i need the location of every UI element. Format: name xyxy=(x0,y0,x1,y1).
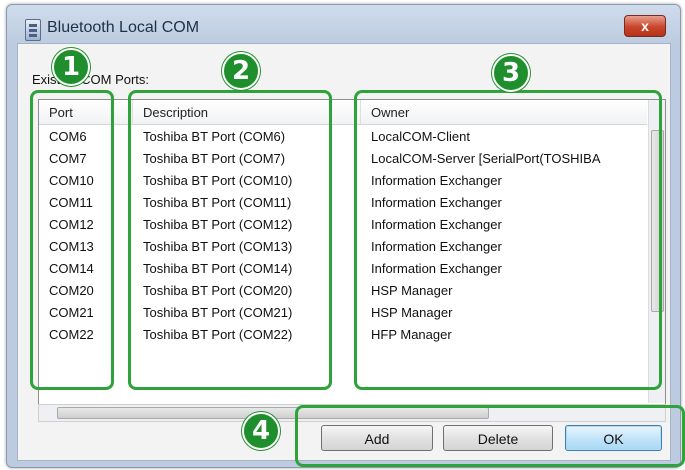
cell-port: COM10 xyxy=(49,173,94,188)
cell-description: Toshiba BT Port (COM13) xyxy=(143,239,293,254)
cell-port: COM12 xyxy=(49,217,94,232)
cell-port: COM20 xyxy=(49,283,94,298)
cell-owner: Information Exchanger xyxy=(371,239,502,254)
delete-button[interactable]: Delete xyxy=(443,425,553,451)
cell-description: Toshiba BT Port (COM22) xyxy=(143,327,293,342)
cell-description: Toshiba BT Port (COM7) xyxy=(143,151,286,166)
existing-ports-label: Existing COM Ports: xyxy=(32,72,150,87)
table-row[interactable]: COM10 Toshiba BT Port (COM10) Information … xyxy=(39,170,647,192)
cell-port: COM21 xyxy=(49,305,94,320)
com-ports-list[interactable]: Port Description Owner COM6 Toshiba BT Po… xyxy=(38,99,666,406)
table-row[interactable]: COM12 Toshiba BT Port (COM12) Information … xyxy=(39,214,647,236)
callout-badge-1: 1 xyxy=(52,48,90,86)
cell-owner: Information Exchanger xyxy=(371,261,502,276)
add-button[interactable]: Add xyxy=(321,425,433,451)
close-button[interactable]: x xyxy=(624,15,666,37)
cell-port: COM6 xyxy=(49,129,87,144)
vertical-scrollbar[interactable] xyxy=(648,100,665,403)
table-row[interactable]: COM14 Toshiba BT Port (COM14) Information … xyxy=(39,258,647,280)
callout-badge-3: 3 xyxy=(492,54,530,92)
cell-owner: Information Exchanger xyxy=(371,217,502,232)
cell-owner: HSP Manager xyxy=(371,305,453,320)
table-row[interactable]: COM6 Toshiba BT Port (COM6) LocalCOM-Clien… xyxy=(39,126,647,148)
cell-port: COM7 xyxy=(49,151,87,166)
cell-description: Toshiba BT Port (COM6) xyxy=(143,129,286,144)
table-row[interactable]: COM13 Toshiba BT Port (COM13) Information … xyxy=(39,236,647,258)
title-bar[interactable]: Bluetooth Local COM x xyxy=(7,5,680,45)
cell-owner: LocalCOM-Client xyxy=(371,129,470,144)
table-row[interactable]: COM11 Toshiba BT Port (COM11) Information … xyxy=(39,192,647,214)
cell-description: Toshiba BT Port (COM12) xyxy=(143,217,293,232)
cell-description: Toshiba BT Port (COM10) xyxy=(143,173,293,188)
cell-owner: HSP Manager xyxy=(371,283,453,298)
ok-button[interactable]: OK xyxy=(565,425,662,451)
table-row[interactable]: COM22 Toshiba BT Port (COM22) HFP Manager xyxy=(39,324,647,346)
cell-description: Toshiba BT Port (COM21) xyxy=(143,305,293,320)
cell-description: Toshiba BT Port (COM20) xyxy=(143,283,293,298)
column-header-port[interactable]: Port xyxy=(39,100,133,124)
cell-owner: Information Exchanger xyxy=(371,195,502,210)
table-row[interactable]: COM21 Toshiba BT Port (COM21) HSP Manager xyxy=(39,302,647,324)
cell-port: COM11 xyxy=(49,195,93,210)
dialog-body: Existing COM Ports: Port Description Own… xyxy=(17,43,671,461)
cell-port: COM22 xyxy=(49,327,94,342)
bluetooth-app-icon xyxy=(25,19,41,41)
callout-badge-4: 4 xyxy=(242,412,280,450)
callout-badge-2: 2 xyxy=(222,52,260,90)
cell-description: Toshiba BT Port (COM14) xyxy=(143,261,293,276)
cell-owner: Information Exchanger xyxy=(371,173,502,188)
list-header: Port Description Owner xyxy=(39,100,647,125)
table-row[interactable]: COM7 Toshiba BT Port (COM7) LocalCOM-Serve… xyxy=(39,148,647,170)
cell-port: COM13 xyxy=(49,239,94,254)
cell-port: COM14 xyxy=(49,261,94,276)
column-header-description[interactable]: Description xyxy=(133,100,361,124)
cell-description: Toshiba BT Port (COM11) xyxy=(143,195,292,210)
table-row[interactable]: COM20 Toshiba BT Port (COM20) HSP Manager xyxy=(39,280,647,302)
list-rows: COM6 Toshiba BT Port (COM6) LocalCOM-Clien… xyxy=(39,126,647,346)
column-header-owner[interactable]: Owner xyxy=(361,100,647,124)
cell-owner: LocalCOM-Server [SerialPort(TOSHIBA xyxy=(371,151,601,166)
horizontal-scrollbar[interactable] xyxy=(38,404,666,422)
dialog-window: Bluetooth Local COM x Existing COM Ports… xyxy=(6,4,681,468)
cell-owner: HFP Manager xyxy=(371,327,452,342)
window-title: Bluetooth Local COM xyxy=(47,19,200,36)
vertical-scroll-thumb[interactable] xyxy=(651,130,664,312)
